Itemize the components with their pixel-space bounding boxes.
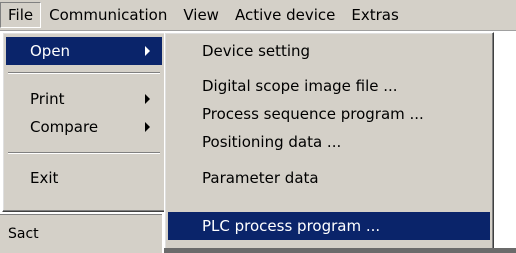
menu-extras[interactable]: Extras <box>343 3 406 27</box>
file-menu-print[interactable]: Print <box>6 85 162 113</box>
file-menu-open[interactable]: Open <box>6 37 162 65</box>
open-item-device-setting[interactable]: Device setting <box>168 37 490 65</box>
menu-view[interactable]: View <box>175 3 227 27</box>
status-bar: Sact <box>0 214 162 253</box>
open-item-process-sequence-program[interactable]: Process sequence program ... <box>168 100 490 128</box>
file-menu-compare[interactable]: Compare <box>6 113 162 141</box>
open-item-label: Process sequence program ... <box>202 105 424 123</box>
menu-file[interactable]: File <box>0 2 42 28</box>
open-item-label: Positioning data ... <box>202 133 342 151</box>
status-text: Sact <box>8 226 39 242</box>
file-menu-compare-label: Compare <box>30 118 99 136</box>
menu-bar: File Communication View Active device Ex… <box>0 0 516 31</box>
submenu-arrow-icon <box>145 46 150 56</box>
file-menu-open-label: Open <box>30 42 71 60</box>
menu-communication[interactable]: Communication <box>41 3 175 27</box>
open-item-label: Device setting <box>202 42 311 60</box>
open-item-label: PLC process program ... <box>202 217 381 235</box>
submenu-arrow-icon <box>145 122 150 132</box>
background-strip <box>164 248 516 253</box>
open-item-parameter-data[interactable]: Parameter data <box>168 164 490 192</box>
open-item-digital-scope-image-file[interactable]: Digital scope image file ... <box>168 72 490 100</box>
open-item-positioning-data[interactable]: Positioning data ... <box>168 128 490 156</box>
open-item-label: Parameter data <box>202 169 319 187</box>
open-submenu: Device setting Digital scope image file … <box>164 32 494 250</box>
menu-separator <box>8 72 160 74</box>
open-item-plc-process-program[interactable]: PLC process program ... <box>168 212 490 240</box>
menu-active-device[interactable]: Active device <box>227 3 343 27</box>
file-menu-print-label: Print <box>30 90 65 108</box>
file-dropdown: Open Print Compare Exit <box>2 32 166 212</box>
open-item-label: Digital scope image file ... <box>202 77 398 95</box>
menu-separator <box>8 152 160 154</box>
file-menu-exit-label: Exit <box>30 169 59 187</box>
submenu-arrow-icon <box>145 94 150 104</box>
file-menu-exit[interactable]: Exit <box>6 164 162 192</box>
